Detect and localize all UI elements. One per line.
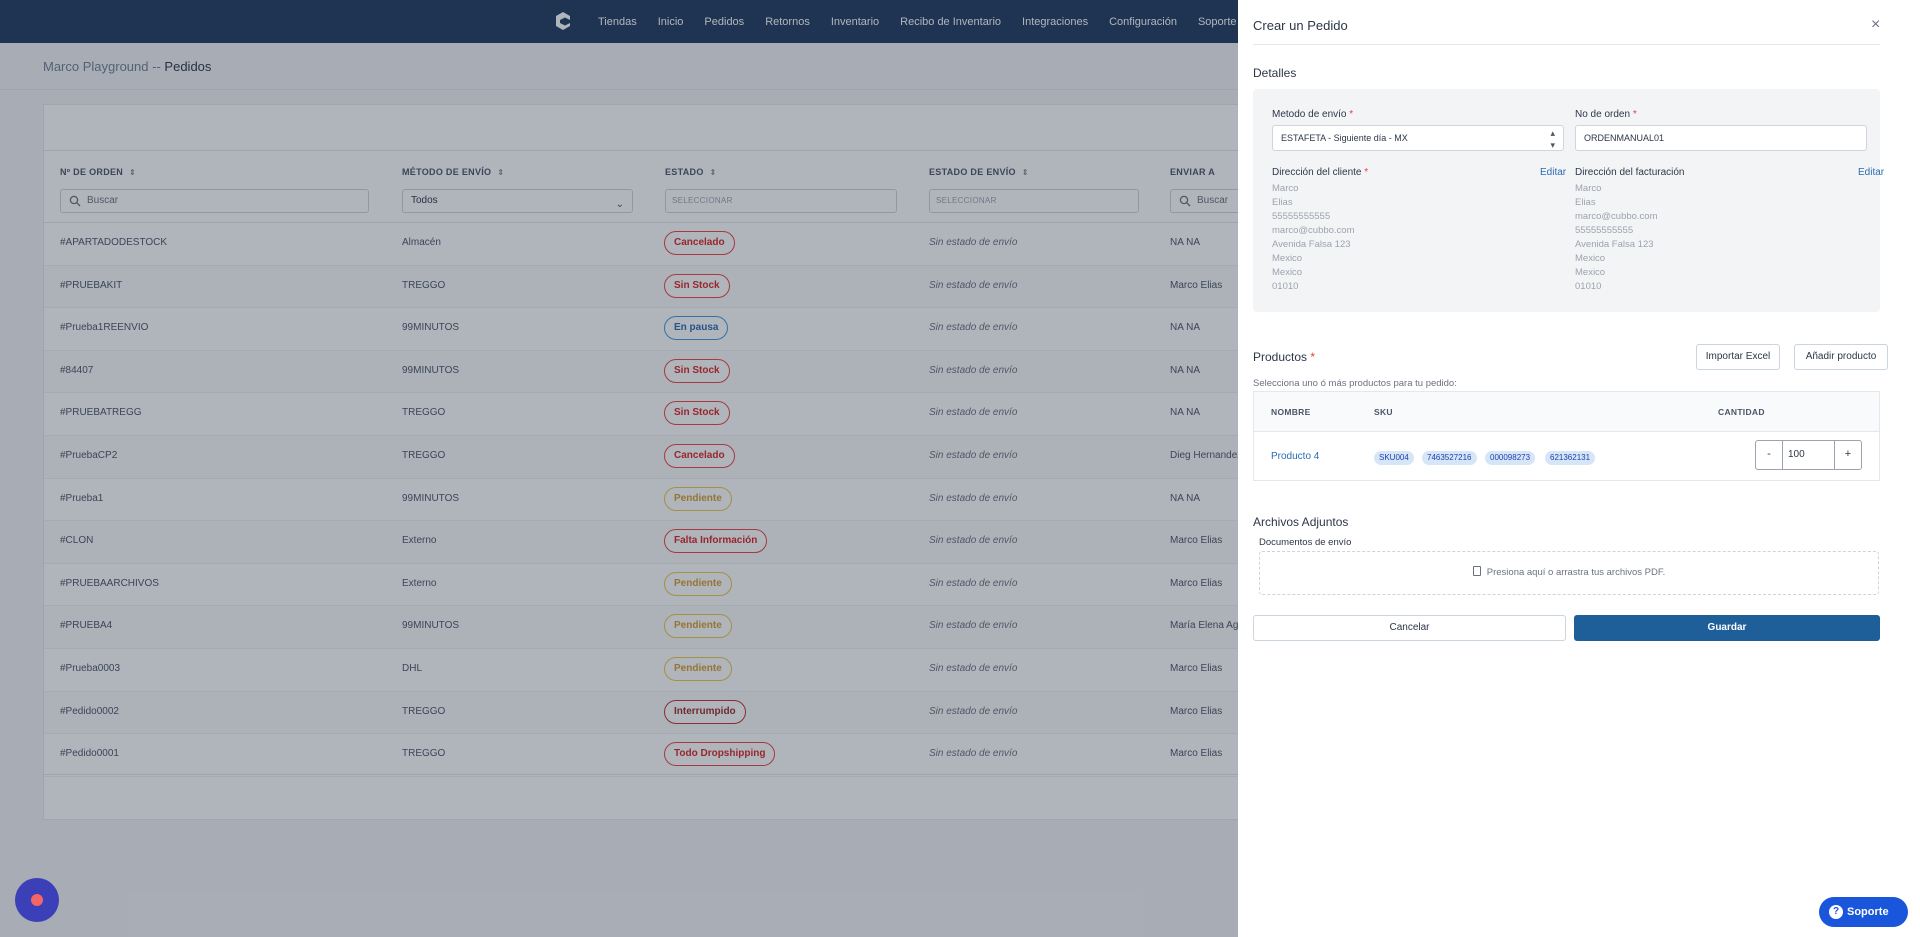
chat-dot-icon xyxy=(31,894,43,906)
quantity-decrement-button[interactable]: - xyxy=(1756,441,1783,469)
modal-backdrop[interactable] xyxy=(0,0,1238,937)
quantity-input[interactable]: 100 xyxy=(1783,441,1834,469)
sku-chip: 000098273 xyxy=(1485,451,1536,465)
file-icon xyxy=(1472,566,1481,577)
products-table: NOMBRE SKU CANTIDAD Producto 4 SKU004 74… xyxy=(1253,391,1880,481)
address-line: 01010 xyxy=(1272,281,1299,292)
add-product-button[interactable]: Añadir producto xyxy=(1794,344,1888,370)
shipping-method-select[interactable]: ESTAFETA - Siguiente día - MX ▴ ▾ xyxy=(1272,125,1564,151)
chat-launcher-button[interactable] xyxy=(15,878,59,922)
products-hint: Selecciona uno ó más productos para tu p… xyxy=(1253,378,1457,389)
address-line: Mexico xyxy=(1575,267,1606,278)
attachments-heading: Archivos Adjuntos xyxy=(1253,515,1349,529)
column-sku: SKU xyxy=(1374,407,1393,417)
address-line: Avenida Falsa 123 xyxy=(1575,239,1654,250)
cancel-button[interactable]: Cancelar xyxy=(1253,615,1566,641)
quantity-increment-button[interactable]: + xyxy=(1834,441,1861,469)
address-line: Mexico xyxy=(1575,253,1606,264)
address-line: Marco xyxy=(1575,183,1602,194)
pdf-dropzone[interactable]: Presiona aquí o arrastra tus archivos PD… xyxy=(1259,551,1879,595)
address-line: 55555555555 xyxy=(1575,225,1634,236)
billing-address-label: Dirección del facturación xyxy=(1575,167,1685,178)
address-line: 01010 xyxy=(1575,281,1602,292)
address-line: Elias xyxy=(1272,197,1293,208)
column-name: NOMBRE xyxy=(1271,407,1311,417)
sku-chip: 7463527216 xyxy=(1422,451,1477,465)
address-line: Mexico xyxy=(1272,267,1303,278)
products-heading: Productos * xyxy=(1253,350,1316,364)
details-panel: Metodo de envío * ESTAFETA - Siguiente d… xyxy=(1253,89,1884,312)
edit-customer-address-link[interactable]: Editar xyxy=(1540,167,1566,178)
import-excel-button[interactable]: Importar Excel xyxy=(1696,344,1780,370)
products-table-header: NOMBRE SKU CANTIDAD xyxy=(1254,392,1879,432)
sku-chip: 621362131 xyxy=(1545,451,1596,465)
edit-billing-address-link[interactable]: Editar xyxy=(1858,167,1884,178)
customer-address: Marco Elias 55555555555 marco@cubbo.com Aven… xyxy=(1272,182,1355,294)
divider xyxy=(1253,44,1880,45)
column-quantity: CANTIDAD xyxy=(1718,407,1765,417)
shipping-method-label: Metodo de envío * xyxy=(1272,109,1354,120)
address-line: Avenida Falsa 123 xyxy=(1272,239,1351,250)
create-order-drawer: Crear un Pedido × Detalles Metodo de env… xyxy=(1238,0,1920,937)
address-line: 55555555555 xyxy=(1272,211,1331,222)
support-button[interactable]: ? Soporte xyxy=(1819,897,1908,927)
save-button[interactable]: Guardar xyxy=(1574,615,1880,641)
shipping-docs-label: Documentos de envío xyxy=(1259,537,1352,548)
details-heading: Detalles xyxy=(1253,66,1297,80)
customer-address-label: Dirección del cliente * xyxy=(1272,167,1369,178)
address-line: marco@cubbo.com xyxy=(1575,211,1658,222)
help-icon: ? xyxy=(1829,905,1843,919)
address-line: Elias xyxy=(1575,197,1596,208)
quantity-stepper: - 100 + xyxy=(1755,440,1862,470)
close-icon[interactable]: × xyxy=(1871,16,1880,34)
drawer-title: Crear un Pedido xyxy=(1253,18,1348,33)
address-line: Mexico xyxy=(1272,253,1303,264)
select-arrows-icon: ▴ ▾ xyxy=(1550,128,1555,150)
address-line: marco@cubbo.com xyxy=(1272,225,1355,236)
order-number-label: No de orden * xyxy=(1575,109,1637,120)
sku-chip: SKU004 xyxy=(1374,451,1414,465)
order-number-input[interactable]: ORDENMANUAL01 xyxy=(1575,125,1867,151)
address-line: Marco xyxy=(1272,183,1299,194)
billing-address: Marco Elias marco@cubbo.com 55555555555 Aven… xyxy=(1575,182,1658,294)
product-name-link[interactable]: Producto 4 xyxy=(1271,451,1319,462)
